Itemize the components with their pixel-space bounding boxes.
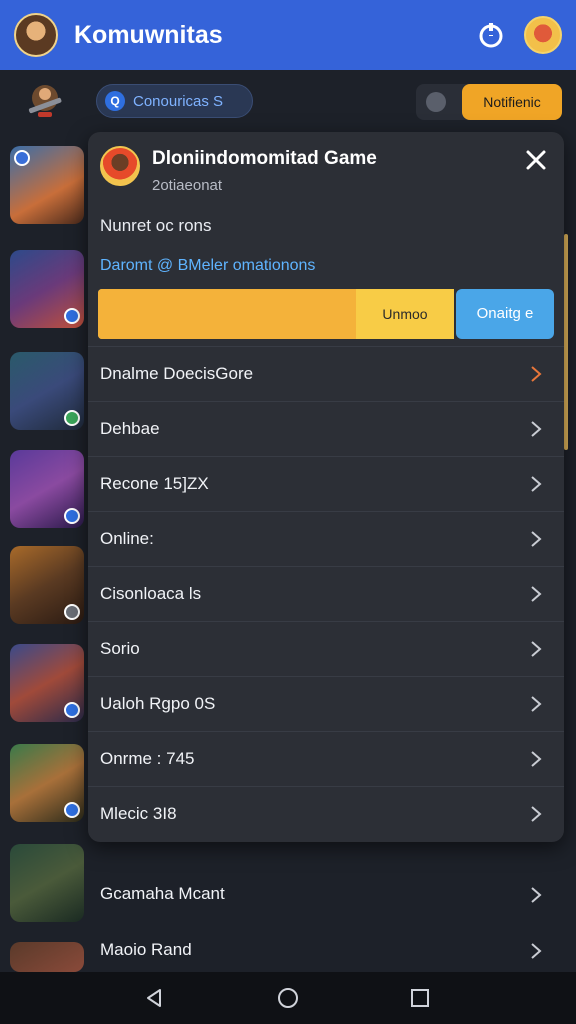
profile-avatar[interactable] xyxy=(524,16,562,54)
community-label: Conouricas S xyxy=(133,92,224,110)
list-item-label: Maoio Rand xyxy=(100,940,192,959)
power-icon[interactable] xyxy=(476,20,506,50)
game-card: Dloniindomomitad Game 2otiaeonat Nunret … xyxy=(88,132,564,346)
sub-toolbar: Q Conouricas S Notifienic xyxy=(0,70,576,134)
progress-fill xyxy=(98,289,383,339)
back-icon[interactable] xyxy=(142,986,166,1010)
chevron-right-icon xyxy=(531,887,542,903)
menu-item[interactable]: Cisonloaca ls xyxy=(88,566,564,621)
thumbnail-badge-icon xyxy=(64,802,80,818)
game-thumbnail[interactable] xyxy=(10,250,84,328)
community-icon: Q xyxy=(105,91,125,111)
menu-item[interactable]: Onrme : 745 xyxy=(88,731,564,786)
notification-group: Notifienic xyxy=(416,84,562,120)
chevron-right-icon xyxy=(531,586,542,602)
chevron-right-icon xyxy=(531,531,542,547)
thumbnail-badge-icon xyxy=(64,508,80,524)
system-nav-bar xyxy=(0,972,576,1024)
menu-item[interactable]: Dehbae xyxy=(88,401,564,456)
recent-apps-icon[interactable] xyxy=(410,988,430,1008)
game-thumbnail[interactable] xyxy=(10,352,84,430)
notification-button[interactable]: Notifienic xyxy=(462,84,562,120)
list-item-label: Gcamaha Mcant xyxy=(100,884,225,903)
game-subtitle: 2otiaeonat xyxy=(152,177,223,194)
home-icon[interactable] xyxy=(276,986,300,1010)
game-thumbnail[interactable] xyxy=(10,644,84,722)
list-item[interactable]: Maoio Rand xyxy=(88,922,564,978)
menu-item-label: Recone 15]ZX xyxy=(100,474,209,493)
menu-item[interactable]: Online: xyxy=(88,511,564,566)
thumbnail-badge-icon xyxy=(64,604,80,620)
chevron-right-icon xyxy=(531,476,542,492)
notification-toggle-icon[interactable] xyxy=(426,92,446,112)
scrollbar[interactable] xyxy=(564,234,568,450)
user-avatar[interactable] xyxy=(14,13,58,57)
game-title: Dloniindomomitad Game xyxy=(152,148,377,169)
online-button[interactable]: Onaitg e xyxy=(456,289,554,339)
community-link[interactable]: Daromt @ BMeler omationons xyxy=(100,257,315,275)
game-details-panel: Dloniindomomitad Game 2otiaeonat Nunret … xyxy=(88,132,564,842)
menu-item-label: Ualoh Rgpo 0S xyxy=(100,694,216,713)
thumbnail-badge-icon xyxy=(14,150,30,166)
chevron-right-icon xyxy=(531,696,542,712)
menu-item[interactable]: Sorio xyxy=(88,621,564,676)
page-title: Komuwnitas xyxy=(74,21,223,49)
hero-emblem-icon xyxy=(28,85,62,117)
join-button[interactable]: Unmoo xyxy=(356,289,454,339)
app-bar: Komuwnitas xyxy=(0,0,576,70)
menu-item[interactable]: Dnalme DoecisGore xyxy=(88,346,564,401)
chevron-right-icon xyxy=(531,943,542,959)
chevron-right-icon xyxy=(531,421,542,437)
members-text: Nunret oc rons xyxy=(100,216,212,235)
menu-item-label: Sorio xyxy=(100,639,140,658)
thumbnail-badge-icon xyxy=(64,702,80,718)
game-thumbnail[interactable] xyxy=(10,146,84,224)
menu-item-label: Dnalme DoecisGore xyxy=(100,364,254,383)
game-avatar xyxy=(100,146,140,186)
game-thumbnail[interactable] xyxy=(10,744,84,822)
list-item[interactable]: Gcamaha Mcant xyxy=(88,866,564,922)
game-thumbnail[interactable] xyxy=(10,546,84,624)
menu-item-label: Cisonloaca ls xyxy=(100,584,202,603)
community-pill-button[interactable]: Q Conouricas S xyxy=(96,84,253,118)
menu-item[interactable]: Ualoh Rgpo 0S xyxy=(88,676,564,731)
menu-item-label: Mlecic 3I8 xyxy=(100,804,177,823)
chevron-right-icon xyxy=(531,806,542,822)
game-thumbnail[interactable] xyxy=(10,450,84,528)
game-thumbnail[interactable] xyxy=(10,942,84,972)
game-thumbnail[interactable] xyxy=(10,844,84,922)
menu-item-label: Dehbae xyxy=(100,419,160,438)
menu-item[interactable]: Recone 15]ZX xyxy=(88,456,564,511)
close-icon[interactable] xyxy=(524,148,548,172)
thumbnail-badge-icon xyxy=(64,308,80,324)
chevron-right-icon xyxy=(531,366,542,382)
menu-item-label: Online: xyxy=(100,529,154,548)
menu-item-label: Onrme : 745 xyxy=(100,749,195,768)
chevron-right-icon xyxy=(531,641,542,657)
chevron-right-icon xyxy=(531,751,542,767)
thumbnail-badge-icon xyxy=(64,410,80,426)
menu-item[interactable]: Mlecic 3I8 xyxy=(88,786,564,841)
